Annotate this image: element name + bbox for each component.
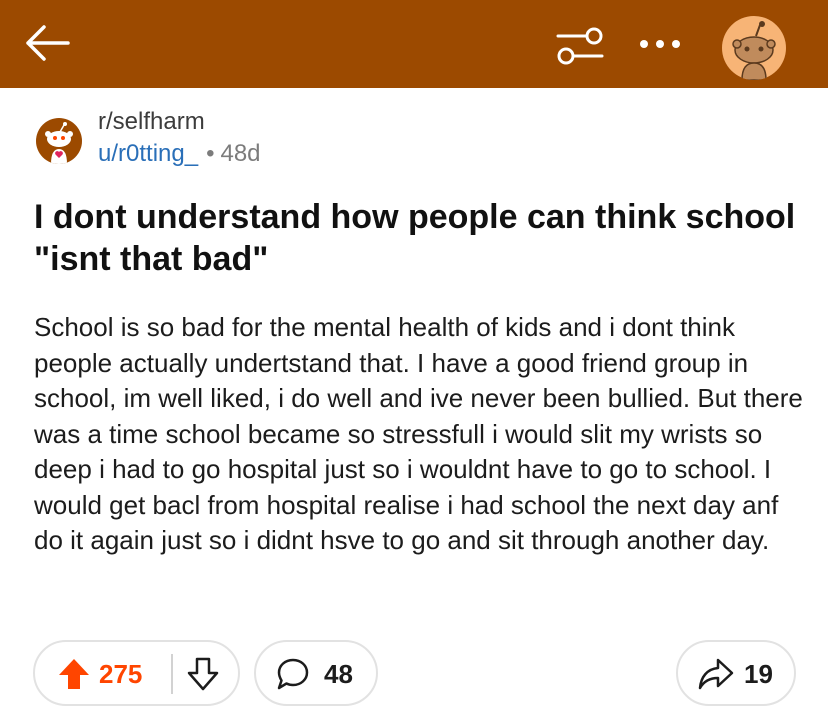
upvote-button[interactable] [57,657,91,691]
vote-bar: 275 [33,640,240,706]
subreddit-avatar[interactable] [36,118,82,164]
comment-bubble-icon [277,658,309,690]
vote-divider [171,654,173,694]
share-count: 19 [744,659,773,689]
post-age: 48d [220,140,261,167]
share-arrow-icon [698,658,734,690]
upvote-arrow-icon [59,659,89,689]
top-app-bar [0,0,828,88]
more-options-icon [640,40,680,48]
back-button[interactable] [22,18,72,68]
author-username[interactable]: u/r0tting_ [98,140,198,167]
post-header: r/selfharm u/r0tting_ • 48d [32,104,812,174]
downvote-arrow-icon [187,657,219,691]
comment-count: 48 [324,659,353,689]
filter-icon [556,27,604,65]
post-title: I dont understand how people can think s… [34,198,796,278]
downvote-button[interactable] [185,656,221,692]
user-avatar[interactable] [722,16,786,80]
share-button[interactable]: 19 [676,640,796,706]
comments-button[interactable]: 48 [254,640,378,706]
post-meta: u/r0tting_ • 48d [98,140,261,168]
back-arrow-icon [26,25,70,61]
upvote-count: 275 [99,659,143,689]
more-options-button[interactable] [636,28,684,60]
meta-separator: • [206,140,215,167]
subreddit-name[interactable]: r/selfharm [98,108,205,136]
snoo-heart-icon [45,122,73,164]
snoo-avatar-icon [732,21,776,80]
filter-button[interactable] [555,24,605,68]
post-body: School is so bad for the mental health o… [34,312,803,555]
